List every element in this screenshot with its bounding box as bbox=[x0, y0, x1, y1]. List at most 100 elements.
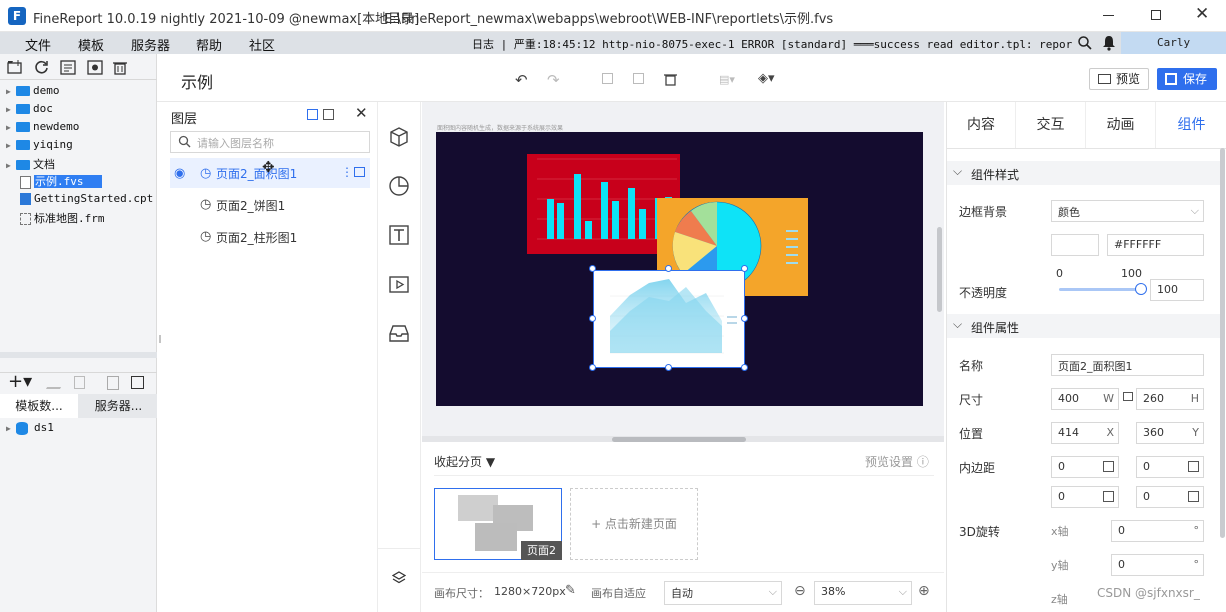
paste-icon[interactable] bbox=[633, 73, 644, 84]
trash-icon[interactable] bbox=[664, 72, 677, 86]
more-icon[interactable]: ⋮ bbox=[341, 165, 353, 179]
width-input[interactable]: 400 W bbox=[1051, 388, 1119, 410]
padding-bottom-input[interactable]: 0 bbox=[1136, 456, 1204, 478]
log-line[interactable]: 日志 | 严重:18:45:12 http-nio-8075-exec-1 ER… bbox=[472, 36, 1072, 52]
opacity-input[interactable]: 100 bbox=[1150, 279, 1204, 301]
template-info-icon[interactable] bbox=[60, 60, 76, 75]
resize-handle[interactable] bbox=[589, 265, 596, 272]
tab-component[interactable]: 组件 bbox=[1155, 102, 1226, 148]
zoom-select[interactable]: 38% ⌵ bbox=[814, 581, 912, 605]
container-icon[interactable] bbox=[388, 322, 410, 344]
splitter-handle[interactable]: ‖ bbox=[158, 334, 162, 344]
split-view-icon[interactable] bbox=[323, 109, 334, 120]
text-icon[interactable] bbox=[388, 224, 410, 246]
menu-help[interactable]: 帮助 bbox=[196, 35, 222, 54]
padding-top-input[interactable]: 0 bbox=[1051, 456, 1119, 478]
layer-row[interactable]: ◷ 页面2_柱形图1 bbox=[170, 222, 370, 252]
zoom-in-icon[interactable]: ⊕ bbox=[918, 583, 930, 599]
preview-data-icon[interactable] bbox=[107, 376, 119, 390]
add-datasource-icon[interactable]: +▾ bbox=[8, 371, 32, 392]
color-swatch[interactable] bbox=[1051, 234, 1099, 256]
resize-handle[interactable] bbox=[741, 315, 748, 322]
lock-icon[interactable] bbox=[354, 167, 365, 177]
color-hex-input[interactable]: #FFFFFF bbox=[1107, 234, 1204, 256]
preview-settings-link[interactable]: 预览设置 ⓘ bbox=[865, 453, 929, 470]
tree-file-frm[interactable]: 标准地图.frm bbox=[20, 210, 105, 228]
settings-icon[interactable] bbox=[87, 60, 103, 75]
tab-interaction[interactable]: 交互 bbox=[1015, 102, 1085, 148]
bell-icon[interactable] bbox=[1102, 35, 1116, 51]
rotate-x-input[interactable]: 0 ° bbox=[1111, 520, 1204, 542]
lock-ratio-icon[interactable] bbox=[1123, 392, 1133, 401]
pie-chart-icon[interactable] bbox=[388, 175, 410, 197]
horizontal-scrollbar[interactable] bbox=[0, 352, 157, 358]
preview-button[interactable]: 预览 bbox=[1089, 68, 1149, 90]
minimize-icon[interactable] bbox=[1103, 15, 1114, 16]
layers-icon[interactable] bbox=[392, 571, 406, 585]
align-icon[interactable]: ▤▾ bbox=[719, 73, 735, 86]
data-settings-icon[interactable] bbox=[131, 376, 144, 389]
vertical-scrollbar[interactable] bbox=[1220, 148, 1225, 538]
zoom-out-icon[interactable]: ⊖ bbox=[794, 583, 806, 599]
adapt-select[interactable]: 自动 ⌵ bbox=[664, 581, 782, 605]
resize-handle[interactable] bbox=[665, 364, 672, 371]
resize-handle[interactable] bbox=[589, 315, 596, 322]
save-button[interactable]: 保存 bbox=[1157, 68, 1217, 90]
padding-left-input[interactable]: 0 bbox=[1051, 486, 1119, 508]
tab-server-data[interactable]: 服务器... bbox=[80, 394, 157, 418]
section-attributes[interactable]: ⌵ 组件属性 bbox=[947, 314, 1222, 338]
edit-size-icon[interactable]: ✎ bbox=[565, 583, 576, 598]
layer-row-selected[interactable]: ◉ ◷ 页面2_面积图1 ✥ ⋮ bbox=[170, 158, 370, 188]
close-panel-icon[interactable]: ✕ bbox=[355, 104, 368, 122]
height-input[interactable]: 260 H bbox=[1136, 388, 1204, 410]
tree-file-selected[interactable]: 示例.fvs bbox=[20, 173, 102, 191]
area-chart-widget[interactable] bbox=[593, 270, 745, 368]
layout-toggle-icon[interactable] bbox=[307, 109, 318, 120]
opacity-slider-handle[interactable] bbox=[1135, 283, 1147, 295]
cube-icon[interactable] bbox=[388, 126, 410, 148]
maximize-icon[interactable] bbox=[1151, 10, 1161, 20]
section-style[interactable]: ⌵ 组件样式 bbox=[947, 161, 1222, 185]
vertical-scrollbar[interactable] bbox=[937, 227, 942, 312]
copy-icon[interactable] bbox=[602, 73, 613, 84]
resize-handle[interactable] bbox=[741, 364, 748, 371]
redo-icon[interactable]: ↷ bbox=[547, 71, 560, 89]
padding-right-input[interactable]: 0 bbox=[1136, 486, 1204, 508]
component-name-input[interactable]: 页面2_面积图1 bbox=[1051, 354, 1204, 376]
edit-icon[interactable] bbox=[45, 375, 69, 389]
menu-community[interactable]: 社区 bbox=[249, 35, 275, 54]
delete-icon[interactable] bbox=[113, 60, 127, 75]
resize-handle[interactable] bbox=[589, 364, 596, 371]
resize-handle[interactable] bbox=[741, 265, 748, 272]
refresh-icon[interactable] bbox=[34, 60, 49, 75]
tab-animation[interactable]: 动画 bbox=[1085, 102, 1155, 148]
resize-handle[interactable] bbox=[665, 265, 672, 272]
layer-search-input[interactable]: 请输入图层名称 bbox=[170, 131, 370, 153]
page-thumbnail[interactable]: 页面2 bbox=[434, 488, 562, 560]
menu-template[interactable]: 模板 bbox=[78, 35, 104, 54]
opacity-slider[interactable] bbox=[1059, 288, 1139, 291]
y-input[interactable]: 360 Y bbox=[1136, 422, 1204, 444]
close-icon[interactable]: ✕ bbox=[1195, 4, 1209, 24]
user-box[interactable]: Carly bbox=[1121, 32, 1226, 54]
datasource-item[interactable]: ▶ ds1 bbox=[6, 421, 54, 439]
undo-icon[interactable]: ↶ bbox=[515, 71, 528, 89]
tree-folder-demo[interactable]: ▶ demo bbox=[6, 84, 60, 102]
collapse-pages-button[interactable]: 收起分页 ▼ bbox=[434, 453, 495, 470]
rotate-y-input[interactable]: 0 ° bbox=[1111, 554, 1204, 576]
layer-row[interactable]: ◷ 页面2_饼图1 bbox=[170, 190, 370, 220]
tree-folder-newdemo[interactable]: ▶ newdemo bbox=[6, 120, 79, 138]
x-input[interactable]: 414 X bbox=[1051, 422, 1119, 444]
tree-folder-docs[interactable]: ▶ 文档 bbox=[6, 156, 55, 174]
menu-server[interactable]: 服务器 bbox=[131, 35, 170, 54]
layer-order-icon[interactable]: ◈▾ bbox=[758, 71, 775, 86]
tree-file-cpt[interactable]: GettingStarted.cpt bbox=[20, 192, 153, 210]
tree-folder-doc[interactable]: ▶ doc bbox=[6, 102, 53, 120]
border-bg-select[interactable]: 颜色 ⌵ bbox=[1051, 200, 1204, 222]
search-icon[interactable] bbox=[1077, 35, 1093, 51]
add-page-button[interactable]: + 点击新建页面 bbox=[570, 488, 698, 560]
menu-file[interactable]: 文件 bbox=[25, 35, 51, 54]
new-folder-icon[interactable] bbox=[7, 60, 23, 75]
tree-folder-yiqing[interactable]: ▶ yiqing bbox=[6, 138, 73, 156]
delete-datasource-icon[interactable] bbox=[74, 376, 85, 389]
